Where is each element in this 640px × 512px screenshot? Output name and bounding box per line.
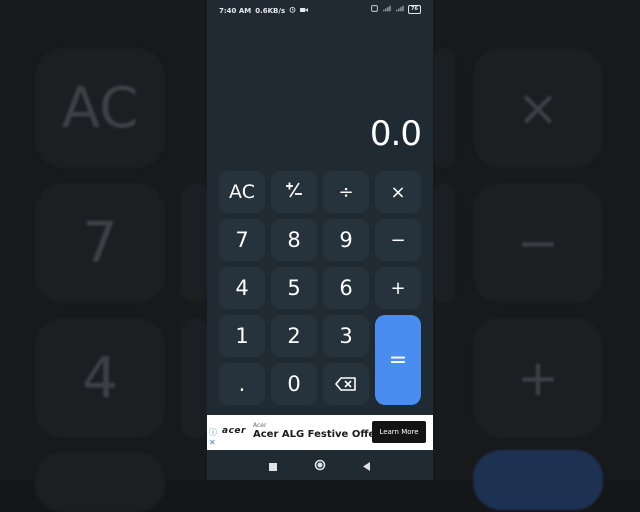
equals-button[interactable]: = [375, 315, 421, 405]
digit-9-button[interactable]: 9 [323, 219, 369, 261]
backspace-icon [335, 372, 357, 396]
phone-screen: 7:40 AM 0.6KB/s 76 0.0 AC ÷ × 7 8 9 − 4 … [207, 0, 433, 480]
alarm-icon [289, 6, 296, 15]
square-icon [269, 456, 277, 475]
ad-info-icon[interactable]: ⓘ [209, 429, 217, 437]
sim-icon [371, 5, 378, 14]
plus-minus-icon [284, 181, 304, 204]
digit-5-button[interactable]: 5 [271, 267, 317, 309]
battery-indicator: 76 [408, 5, 421, 14]
signal-icon-2 [395, 5, 404, 14]
multiply-button[interactable]: × [375, 171, 421, 213]
status-speed: 0.6KB/s [255, 6, 286, 15]
status-bar: 7:40 AM 0.6KB/s 76 [207, 0, 433, 20]
ad-headline[interactable]: Acer ALG Festive Offers [253, 429, 386, 440]
minus-button[interactable]: − [375, 219, 421, 261]
calculator-display: 0.0 [369, 114, 422, 154]
bg-key-multiply: × [473, 48, 603, 168]
backspace-button[interactable] [323, 363, 369, 405]
triangle-back-icon [362, 456, 371, 475]
divide-button[interactable]: ÷ [323, 171, 369, 213]
digit-2-button[interactable]: 2 [271, 315, 317, 357]
digit-6-button[interactable]: 6 [323, 267, 369, 309]
bg-key-left-bottom [35, 452, 165, 512]
status-time: 7:40 AM [219, 6, 252, 15]
ad-banner[interactable]: ⓘ ✕ acer Acer Acer ALG Festive Offers Le… [207, 415, 433, 450]
signal-icon [382, 5, 391, 14]
digit-3-button[interactable]: 3 [323, 315, 369, 357]
bg-key-partial-right-2 [433, 183, 455, 303]
video-icon [300, 7, 309, 15]
bg-key-equals [473, 450, 603, 510]
digit-4-button[interactable]: 4 [219, 267, 265, 309]
ad-learn-more-button[interactable]: Learn More [372, 421, 426, 443]
ad-logo: acer [222, 426, 246, 436]
digit-8-button[interactable]: 8 [271, 219, 317, 261]
bg-key-partial-left-2 [180, 318, 210, 438]
bg-key-partial-right [433, 48, 455, 168]
bg-key-4: 4 [35, 318, 165, 438]
bg-key-7: 7 [35, 183, 165, 303]
clear-button[interactable]: AC [219, 171, 265, 213]
bg-key-plus: + [473, 318, 603, 438]
digit-1-button[interactable]: 1 [219, 315, 265, 357]
bg-key-minus: − [473, 183, 603, 303]
digit-0-button[interactable]: 0 [271, 363, 317, 405]
bg-key-partial-left [180, 183, 210, 303]
bg-key-ac: AC [35, 48, 165, 168]
recents-button[interactable] [266, 458, 280, 472]
back-button[interactable] [359, 458, 373, 472]
ad-advertiser: Acer [253, 422, 267, 429]
keypad: AC ÷ × 7 8 9 − 4 5 6 + 1 2 3 = . 0 [219, 171, 421, 405]
ad-close-icon[interactable]: ✕ [209, 439, 216, 447]
circle-icon [314, 456, 326, 475]
plus-button[interactable]: + [375, 267, 421, 309]
digit-7-button[interactable]: 7 [219, 219, 265, 261]
plus-minus-button[interactable] [271, 171, 317, 213]
navigation-bar [207, 450, 433, 480]
home-button[interactable] [313, 458, 327, 472]
decimal-point-button[interactable]: . [219, 363, 265, 405]
